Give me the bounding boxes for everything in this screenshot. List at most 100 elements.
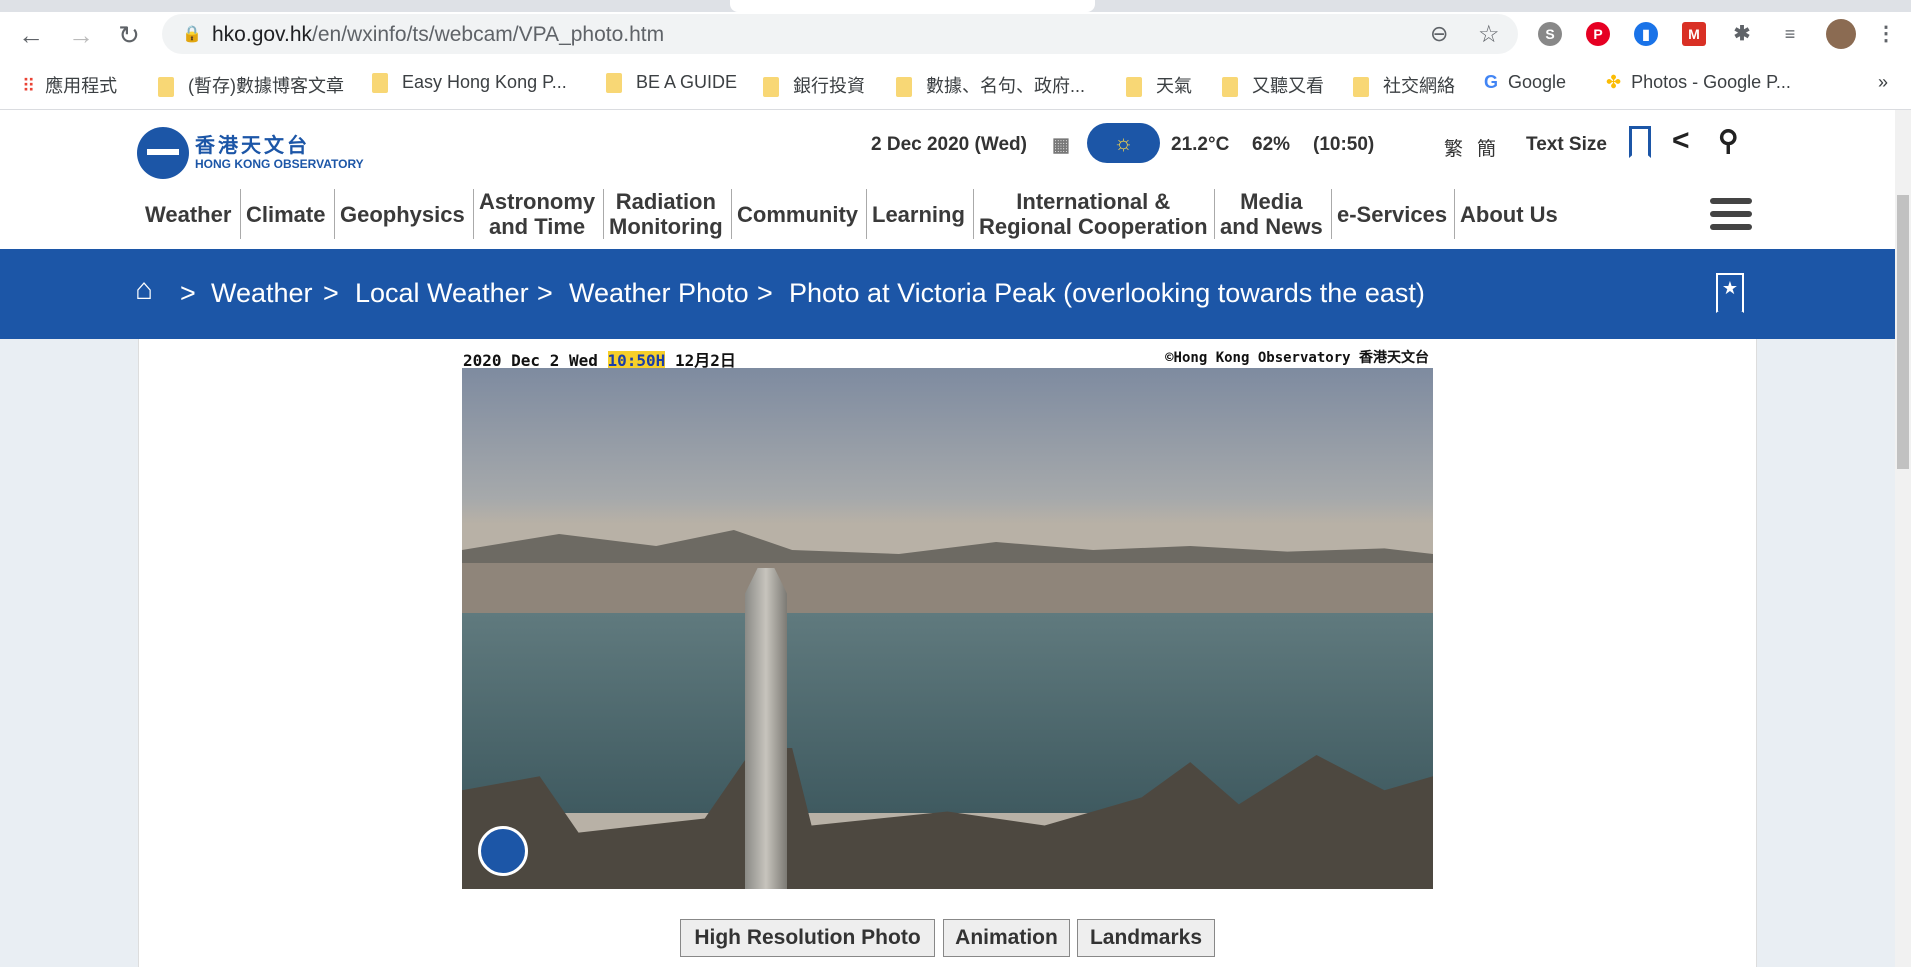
nav-label: Astronomy xyxy=(479,189,596,214)
current-date: 2 Dec 2020 (Wed) xyxy=(871,134,1027,155)
nav-label: and News xyxy=(1220,214,1323,239)
bookmark-photos[interactable]: ✤ Photos - Google P... xyxy=(1606,72,1791,93)
temperature: 21.2°C xyxy=(1171,134,1230,155)
scrollbar-thumb[interactable] xyxy=(1897,195,1909,469)
bookmark-google[interactable]: G Google xyxy=(1484,72,1566,93)
update-time: (10:50) xyxy=(1313,134,1375,155)
hko-watermark-icon xyxy=(478,826,528,876)
search-icon[interactable]: ⚲ xyxy=(1718,124,1739,157)
extensions-icon[interactable]: ✱ xyxy=(1730,22,1754,46)
nav-weather[interactable]: Weather xyxy=(140,189,236,239)
scrollbar[interactable] xyxy=(1895,110,1911,967)
animation-button[interactable]: Animation xyxy=(943,919,1070,957)
photo-caption: 2020 Dec 2 Wed 10:50H 12月2日 ©Hong Kong O… xyxy=(462,345,1433,370)
avatar[interactable] xyxy=(1826,19,1856,49)
bookmark-label: Google xyxy=(1508,72,1567,92)
nav-label: Climate xyxy=(246,201,326,227)
nav-label: Regional Cooperation xyxy=(979,214,1208,239)
bookmark-folder[interactable]: 銀行投資 xyxy=(763,72,865,98)
url-host: hko.gov.hk xyxy=(212,23,313,46)
photo-copyright: ©Hong Kong Observatory 香港天文台 xyxy=(1165,350,1429,366)
folder-icon xyxy=(1222,77,1238,98)
bookmark-folder[interactable]: 又聽又看 xyxy=(1222,72,1324,98)
media-icon[interactable]: ≡ xyxy=(1778,22,1802,46)
bookmark-label: 數據、名句、政府... xyxy=(926,76,1086,96)
menu-icon[interactable]: ⋮ xyxy=(1874,22,1898,46)
bookmarks-bar: ⠿ 應用程式 (暫存)數據博客文章 Easy Hong Kong P... BE … xyxy=(0,58,1911,110)
lang-traditional[interactable]: 繁 xyxy=(1444,134,1463,161)
more-bookmarks[interactable]: » xyxy=(1878,72,1888,93)
nav-radiation[interactable]: Radiation Monitoring xyxy=(603,189,728,239)
logo-en: HONG KONG OBSERVATORY xyxy=(195,157,364,171)
gmail-icon[interactable]: M xyxy=(1682,22,1706,46)
pinterest-icon[interactable]: P xyxy=(1586,22,1610,46)
bookmark-label: Easy Hong Kong P... xyxy=(402,72,567,92)
nav-label: Radiation xyxy=(615,189,716,214)
landmarks-button[interactable]: Landmarks xyxy=(1077,919,1215,957)
breadcrumb-local-weather[interactable]: Local Weather xyxy=(355,278,529,309)
bookmark-ext-icon[interactable]: ▮ xyxy=(1634,22,1658,46)
address-bar[interactable]: 🔒 hko.gov.hk/en/wxinfo/ts/webcam/VPA_pho… xyxy=(162,14,1518,54)
breadcrumb-separator: > xyxy=(537,278,553,308)
bookmark-folder[interactable]: BE A GUIDE xyxy=(606,72,738,94)
webcam-photo[interactable] xyxy=(462,368,1433,889)
logo-zh: 香港天文台 xyxy=(195,133,310,157)
url-text[interactable]: hko.gov.hk/en/wxinfo/ts/webcam/VPA_photo… xyxy=(212,23,664,47)
back-icon[interactable]: ← xyxy=(16,20,46,51)
sunny-icon[interactable]: ☼ xyxy=(1087,123,1160,163)
skype-icon[interactable]: S xyxy=(1538,22,1562,46)
breadcrumb-separator: > xyxy=(323,278,339,308)
bookmark-label: (暫存)數據博客文章 xyxy=(188,76,344,96)
folder-icon xyxy=(1126,77,1142,98)
nav-astronomy[interactable]: Astronomy and Time xyxy=(473,189,600,239)
bookmark-icon[interactable] xyxy=(1629,126,1651,158)
hko-logo[interactable]: 香港天文台 HONG KONG OBSERVATORY xyxy=(137,127,387,179)
bookmark-label: 天氣 xyxy=(1156,76,1192,96)
share-icon[interactable]: < xyxy=(1672,124,1690,158)
apps-icon: ⠿ xyxy=(22,76,36,96)
nav-label: Media xyxy=(1240,189,1303,214)
calendar-icon[interactable]: ▦ xyxy=(1052,134,1070,157)
hamburger-menu-icon[interactable] xyxy=(1710,198,1752,237)
breadcrumb-weather[interactable]: Weather xyxy=(211,278,313,309)
nav-label: Learning xyxy=(872,201,965,227)
bookmark-label: 銀行投資 xyxy=(793,76,865,96)
nav-community[interactable]: Community xyxy=(731,189,863,239)
bookmark-folder[interactable]: 社交網絡 xyxy=(1353,72,1455,98)
zoom-icon[interactable]: ⊖ xyxy=(1430,21,1448,47)
star-icon[interactable]: ☆ xyxy=(1478,20,1500,49)
url-path: /en/wxinfo/ts/webcam/VPA_photo.htm xyxy=(312,23,665,46)
active-tab[interactable] xyxy=(730,0,1095,12)
lock-icon: 🔒 xyxy=(182,26,202,43)
breadcrumb-weather-photo[interactable]: Weather Photo xyxy=(569,278,749,309)
nav-geophysics[interactable]: Geophysics xyxy=(334,189,470,239)
high-resolution-photo-button[interactable]: High Resolution Photo xyxy=(680,919,935,957)
bookmark-star-icon[interactable]: ★ xyxy=(1716,273,1744,313)
breadcrumb-current: Photo at Victoria Peak (overlooking towa… xyxy=(789,278,1425,308)
reload-icon[interactable]: ↻ xyxy=(114,20,144,51)
folder-icon xyxy=(158,77,174,98)
nav-climate[interactable]: Climate xyxy=(240,189,330,239)
bookmark-folder[interactable]: 天氣 xyxy=(1126,72,1192,98)
nav-international[interactable]: International & Regional Cooperation xyxy=(973,189,1213,239)
bookmark-folder[interactable]: 數據、名句、政府... xyxy=(896,72,1085,98)
bookmark-apps[interactable]: ⠿ 應用程式 xyxy=(22,72,117,98)
breadcrumb-separator: > xyxy=(180,278,196,308)
home-icon[interactable]: ⌂ xyxy=(135,273,153,307)
photos-icon: ✤ xyxy=(1606,72,1622,92)
nav-about[interactable]: About Us xyxy=(1454,189,1563,239)
nav-label: About Us xyxy=(1460,201,1558,227)
bookmark-folder[interactable]: (暫存)數據博客文章 xyxy=(158,72,344,98)
forward-icon[interactable]: → xyxy=(66,20,96,51)
folder-icon xyxy=(896,77,912,98)
bookmark-folder[interactable]: Easy Hong Kong P... xyxy=(372,72,567,94)
text-size-button[interactable]: Text Size xyxy=(1526,134,1607,156)
lang-simplified[interactable]: 簡 xyxy=(1477,134,1496,161)
folder-icon xyxy=(372,73,388,94)
nav-eservices[interactable]: e-Services xyxy=(1331,189,1452,239)
bookmark-label: BE A GUIDE xyxy=(636,72,738,92)
nav-label: Monitoring xyxy=(609,214,723,239)
nav-label: Community xyxy=(737,201,858,227)
nav-media[interactable]: Media and News xyxy=(1214,189,1328,239)
nav-learning[interactable]: Learning xyxy=(866,189,970,239)
